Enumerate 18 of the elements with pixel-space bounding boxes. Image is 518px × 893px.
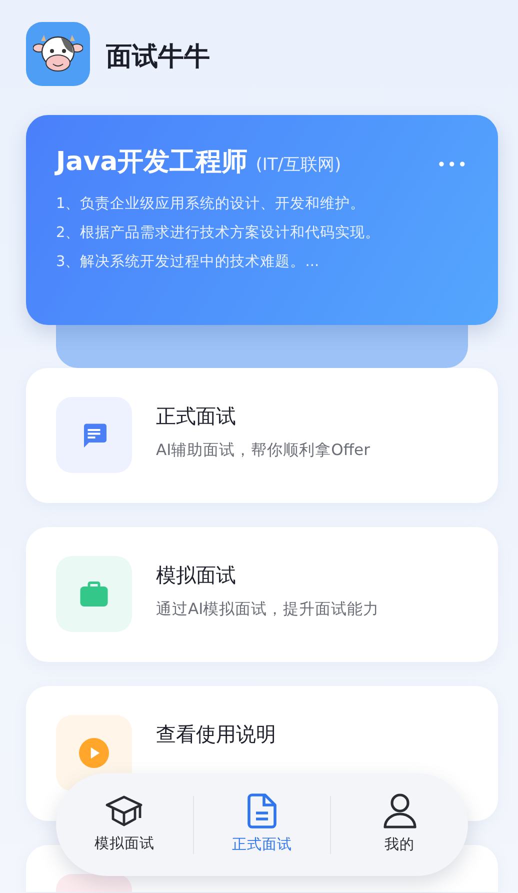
feature-title: 正式面试: [156, 403, 237, 430]
feature-card[interactable]: 模拟面试 通过AI模拟面试，提升面试能力: [26, 527, 498, 662]
document-icon: [247, 792, 277, 829]
job-category: (IT/互联网): [256, 154, 342, 177]
feature-subtitle: AI辅助面试，帮你顺利拿Offer: [156, 440, 370, 461]
duty-text: 1、负责企业级应用系统的设计、开发和维护。: [56, 194, 366, 214]
user-icon: [382, 792, 417, 829]
nav-tab[interactable]: 正式面试: [194, 792, 330, 856]
job-title: Java开发工程师: [56, 146, 248, 179]
feature-card[interactable]: 正式面试 AI辅助面试，帮你顺利拿Offer: [26, 368, 498, 503]
feature-title: 模拟面试: [156, 562, 237, 589]
duty-text: 3、解决系统开发过程中的技术难题。...: [56, 253, 320, 272]
feature-subtitle: 通过AI模拟面试，提升面试能力: [156, 599, 380, 620]
app-title: 面试牛牛: [106, 41, 210, 74]
graduation-cap-icon: [105, 794, 144, 828]
feature-title: 查看使用说明: [156, 721, 276, 748]
duty-text: 2、根据产品需求进行技术方案设计和代码实现。: [56, 224, 382, 243]
app-logo: [26, 22, 90, 86]
